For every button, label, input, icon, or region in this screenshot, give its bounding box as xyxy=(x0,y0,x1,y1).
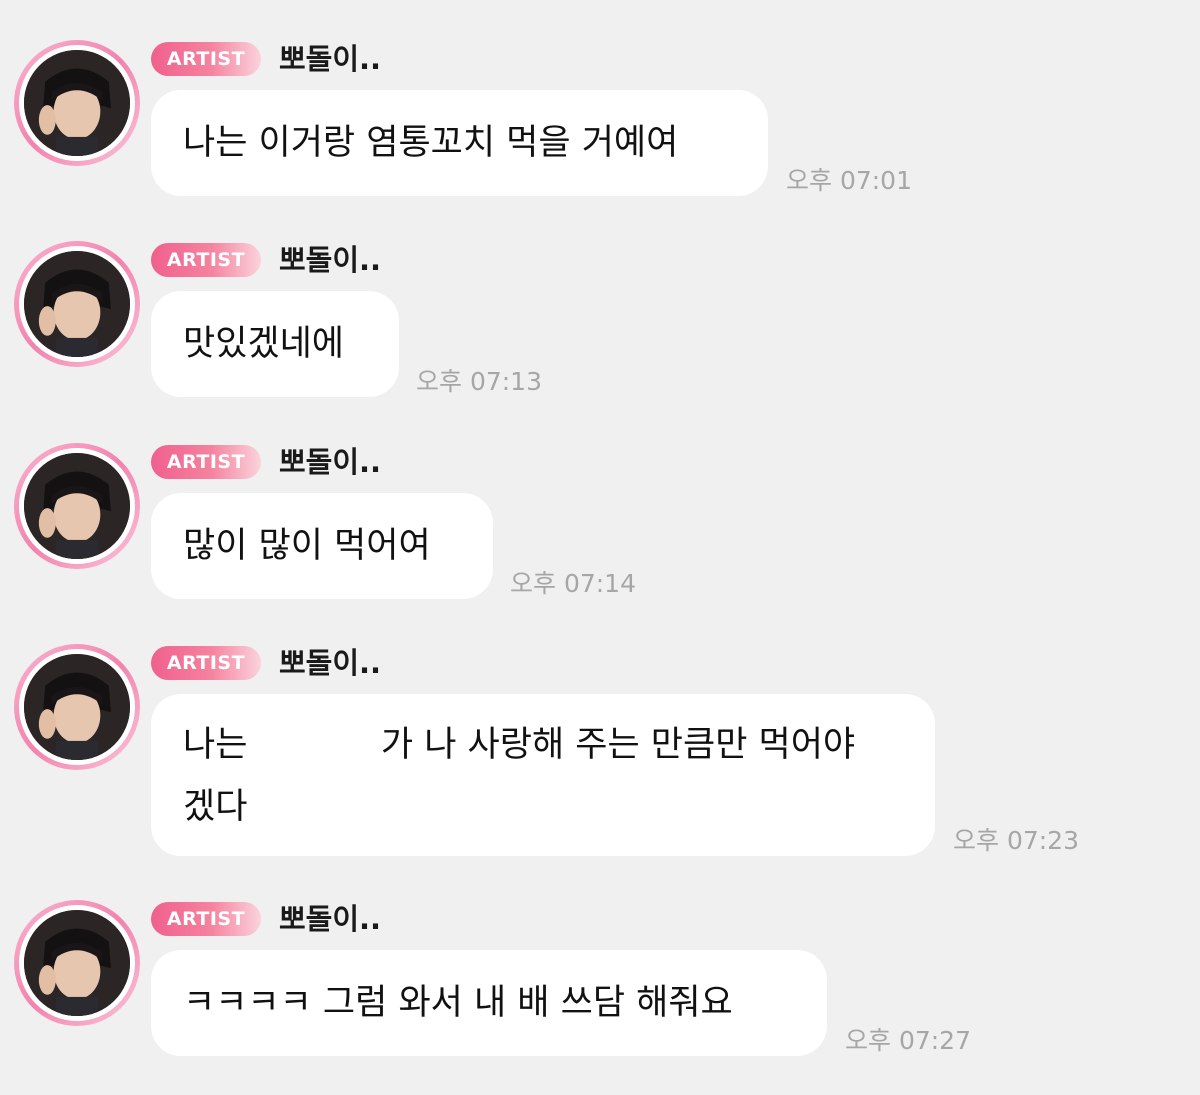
avatar-photo-icon xyxy=(24,654,130,760)
avatar-photo-icon xyxy=(24,453,130,559)
avatar[interactable] xyxy=(14,241,140,367)
sender-name[interactable]: 뽀돌이.. xyxy=(279,900,381,938)
sender-name[interactable]: 뽀돌이.. xyxy=(279,644,381,682)
message-timestamp: 오후 07:14 xyxy=(510,569,636,598)
chat-message: ARTIST 뽀돌이.. 맛있겠네에 오후 07:13 xyxy=(0,241,1200,401)
message-bubble[interactable]: ㅋㅋㅋㅋ 그럼 와서 내 배 쓰담 해줘요 xyxy=(151,950,827,1056)
artist-badge: ARTIST xyxy=(151,902,261,936)
message-text-line: 나는 가 나 사랑해 주는 만큼만 먹어야 xyxy=(183,725,856,765)
avatar[interactable] xyxy=(14,443,140,569)
message-text: 나는 이거랑 염통꼬치 먹을 거예여 xyxy=(183,123,679,163)
artist-badge: ARTIST xyxy=(151,445,261,479)
avatar[interactable] xyxy=(14,644,140,770)
message-text: ㅋㅋㅋㅋ 그럼 와서 내 배 쓰담 해줘요 xyxy=(183,983,733,1023)
chat-message: ARTIST 뽀돌이.. 나는 가 나 사랑해 주는 만큼만 먹어야 겠다 오후… xyxy=(0,644,1200,859)
message-text: 많이 많이 먹어여 xyxy=(183,526,431,566)
chat-message: ARTIST 뽀돌이.. 많이 많이 먹어여 오후 07:14 xyxy=(0,443,1200,603)
sender-name[interactable]: 뽀돌이.. xyxy=(279,241,381,279)
avatar-photo-icon xyxy=(24,910,130,1016)
message-timestamp: 오후 07:23 xyxy=(953,826,1079,855)
message-text: 맛있겠네에 xyxy=(183,324,345,364)
chat-message: ARTIST 뽀돌이.. 나는 이거랑 염통꼬치 먹을 거예여 오후 07:01 xyxy=(0,40,1200,200)
message-bubble[interactable]: 나는 가 나 사랑해 주는 만큼만 먹어야 겠다 xyxy=(151,694,935,856)
message-bubble[interactable]: 나는 이거랑 염통꼬치 먹을 거예여 xyxy=(151,90,768,196)
artist-badge: ARTIST xyxy=(151,243,261,277)
message-timestamp: 오후 07:01 xyxy=(786,166,912,195)
chat-message: ARTIST 뽀돌이.. ㅋㅋㅋㅋ 그럼 와서 내 배 쓰담 해줘요 오후 07… xyxy=(0,900,1200,1060)
message-timestamp: 오후 07:13 xyxy=(416,367,542,396)
message-text-line: 겠다 xyxy=(183,787,248,827)
sender-name[interactable]: 뽀돌이.. xyxy=(279,40,381,78)
message-bubble[interactable]: 맛있겠네에 xyxy=(151,291,399,397)
message-bubble[interactable]: 많이 많이 먹어여 xyxy=(151,493,493,599)
avatar[interactable] xyxy=(14,40,140,166)
sender-name[interactable]: 뽀돌이.. xyxy=(279,443,381,481)
message-timestamp: 오후 07:27 xyxy=(845,1026,971,1055)
avatar[interactable] xyxy=(14,900,140,1026)
avatar-photo-icon xyxy=(24,251,130,357)
avatar-photo-icon xyxy=(24,50,130,156)
artist-badge: ARTIST xyxy=(151,42,261,76)
artist-badge: ARTIST xyxy=(151,646,261,680)
